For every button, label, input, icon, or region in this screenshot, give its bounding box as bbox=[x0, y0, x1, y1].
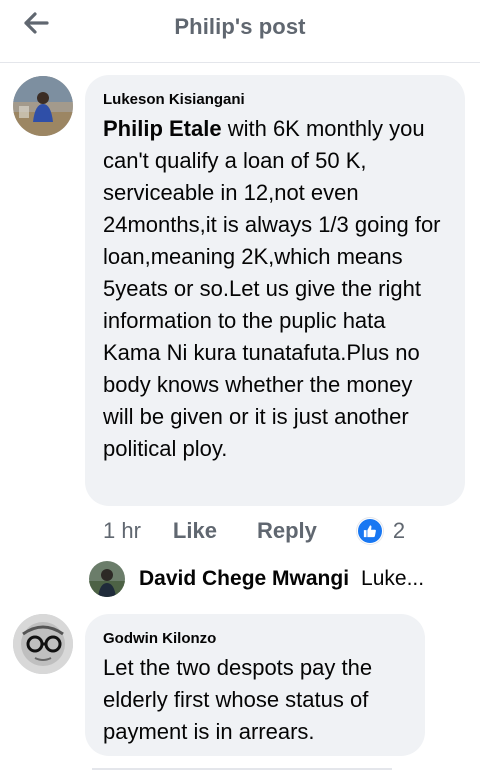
comment-bubble[interactable]: Lukeson Kisiangani Philip Etale with 6K … bbox=[85, 75, 465, 506]
comment-author[interactable]: Lukeson Kisiangani bbox=[103, 91, 447, 109]
reaction-summary[interactable]: 2 bbox=[356, 518, 406, 544]
comment-text: Let the two despots pay the elderly firs… bbox=[103, 655, 373, 744]
like-button[interactable]: Like bbox=[173, 518, 217, 544]
tagged-user[interactable]: Philip Etale bbox=[103, 116, 222, 141]
comment-time: 1 hr bbox=[103, 518, 141, 543]
comment-bubble[interactable]: Godwin Kilonzo Let the two despots pay t… bbox=[85, 614, 425, 756]
page-title: Philip's post bbox=[174, 14, 306, 39]
avatar[interactable] bbox=[13, 76, 73, 136]
post-comments-page: Philip's post Lukeson Kisiangani Philip … bbox=[0, 0, 480, 773]
comment-body: with 6K monthly you can't qualify a loan… bbox=[103, 116, 441, 461]
thumbs-up-icon bbox=[356, 518, 383, 544]
view-reply[interactable]: David Chege Mwangi Luke... bbox=[89, 560, 469, 598]
reply-avatar bbox=[89, 561, 125, 597]
reaction-count: 2 bbox=[392, 518, 406, 543]
reply-snippet: Luke... bbox=[361, 567, 425, 590]
avatar[interactable] bbox=[13, 614, 73, 674]
divider bbox=[92, 768, 392, 770]
reply-button[interactable]: Reply bbox=[257, 518, 317, 544]
top-bar: Philip's post bbox=[0, 0, 480, 63]
comment-text: Philip Etale with 6K monthly you can't q… bbox=[103, 113, 447, 465]
reply-author: David Chege Mwangi bbox=[139, 567, 350, 590]
comment-actions: 1 hr Like Reply 2 bbox=[103, 514, 405, 548]
comment-author[interactable]: Godwin Kilonzo bbox=[103, 630, 407, 648]
